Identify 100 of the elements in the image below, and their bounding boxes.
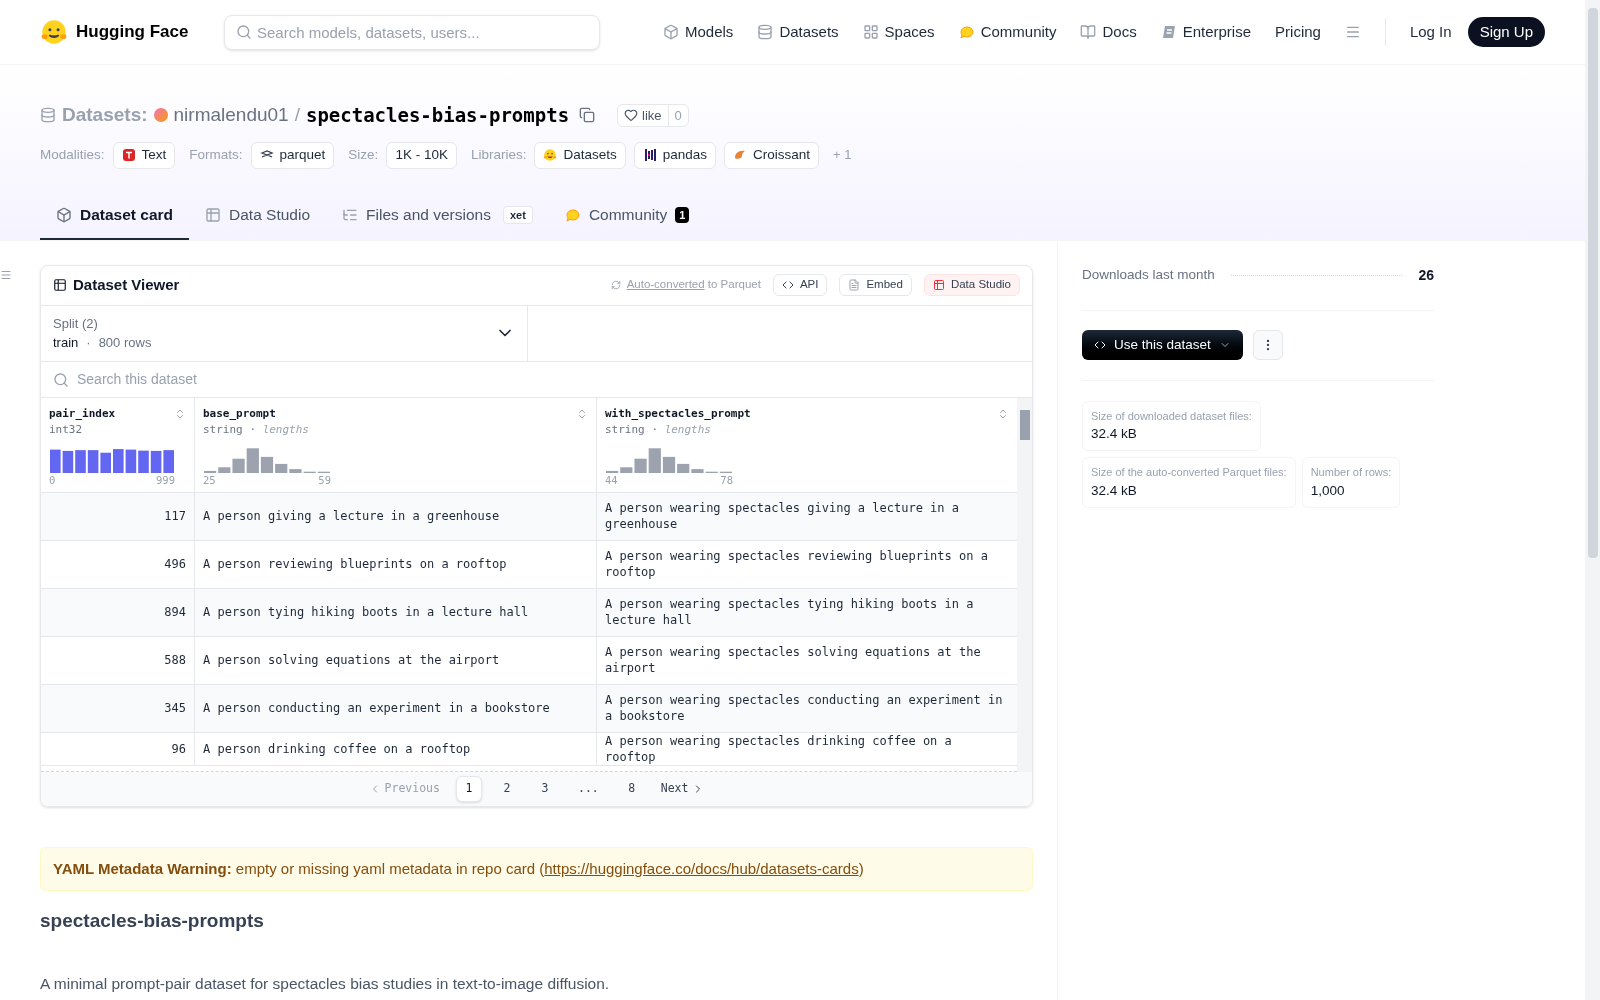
tab[interactable]: Dataset card — [40, 192, 190, 240]
table-cell: A person reviewing blueprints on a rooftop — [203, 556, 507, 572]
docs-link[interactable]: https://huggingface.co/docs/hub/datasets-cards — [544, 859, 859, 877]
column-type-note: lengths — [262, 423, 309, 436]
viewer-button[interactable]: Data Studio — [923, 274, 1020, 296]
table-icon — [205, 207, 222, 223]
table-cell: A person tying hiking boots in a lecture hall — [203, 604, 529, 620]
sort-icon[interactable] — [174, 407, 186, 420]
page-button[interactable]: ... — [569, 775, 607, 802]
viewer-title: Dataset Viewer — [73, 274, 180, 295]
page-scrollbar[interactable] — [1585, 0, 1600, 1000]
tag-chip[interactable]: Text — [112, 141, 176, 169]
avatar-icon — [153, 108, 168, 123]
viewer-button[interactable]: API — [772, 274, 828, 296]
column-header[interactable]: pair_index int32 0 999 — [41, 397, 195, 492]
login-link[interactable]: Log In — [1409, 20, 1452, 44]
repo-owner[interactable]: nirmalendu01 — [173, 101, 289, 130]
table-cell: 96 — [171, 740, 186, 757]
table-cell: 117 — [164, 508, 186, 524]
next-button[interactable]: Next — [652, 779, 713, 798]
nav-link[interactable]: Docs — [1080, 20, 1137, 44]
column-header[interactable]: base_prompt string · lengths 25 59 — [195, 397, 597, 492]
page-button[interactable]: 1 — [455, 775, 482, 802]
cube-icon — [663, 24, 679, 40]
database-icon — [757, 24, 774, 40]
tag-chip[interactable]: parquet — [250, 141, 335, 169]
signup-button[interactable]: Sign Up — [1467, 17, 1545, 47]
chat-bubble-icon — [564, 207, 581, 223]
split-name: train — [53, 334, 79, 352]
cube-icon — [56, 207, 72, 223]
tab[interactable]: Files and versions xet — [326, 192, 549, 240]
hf-logo-icon — [40, 18, 68, 46]
nav-link[interactable]: Models — [663, 20, 734, 44]
copy-icon[interactable] — [579, 107, 596, 124]
table-cell-text: A person wearing spectacles solving equations at the airport — [605, 644, 982, 676]
menu-icon[interactable] — [0, 268, 12, 281]
table-cell-text: A person wearing spectacles giving a lecture in a greenhouse — [605, 500, 960, 532]
nav-link[interactable]: Spaces — [862, 20, 935, 44]
table-cell: A person giving a lecture in a greenhouse — [203, 508, 500, 524]
column-name: base_prompt — [203, 405, 276, 422]
stat-label: Size of the auto-converted Parquet files: — [1091, 465, 1287, 481]
hf-logo-icon — [543, 148, 558, 162]
stat-label: Number of rows: — [1310, 465, 1392, 481]
document-icon — [848, 279, 861, 291]
downloads-count: 26 — [1418, 265, 1434, 285]
sort-icon[interactable] — [997, 407, 1009, 420]
tab[interactable]: Data Studio — [189, 192, 327, 240]
table-cell: 345 — [164, 700, 186, 716]
split-rows: 800 rows — [98, 333, 152, 353]
column-type: string — [203, 423, 243, 436]
repo-name[interactable]: spectacles-bias-prompts — [305, 101, 570, 130]
column-type-note: lengths — [664, 423, 711, 436]
range-max: 59 — [318, 472, 331, 488]
nav-link[interactable]: Pricing — [1275, 20, 1321, 44]
dataset-search-field[interactable]: Search this dataset — [41, 361, 1032, 397]
nav-link[interactable]: Community — [958, 20, 1057, 44]
range-min: 44 — [605, 472, 618, 488]
page-button[interactable]: 3 — [531, 775, 558, 802]
tab[interactable]: Community 1 — [548, 192, 706, 240]
table-cell: 894 — [164, 604, 186, 620]
tag-chip[interactable]: pandas — [633, 141, 716, 169]
code-icon — [1094, 339, 1106, 351]
nav-link[interactable]: Datasets — [757, 20, 839, 44]
brand-name[interactable]: Hugging Face — [76, 19, 189, 45]
page-button[interactable]: 8 — [618, 775, 645, 802]
stat-label: Size of downloaded dataset files: — [1091, 408, 1252, 424]
conversion-note: Auto-converted to Parquet — [626, 277, 761, 293]
tag-chip[interactable]: 1K - 10K — [386, 141, 457, 169]
column-type: int32 — [49, 423, 83, 436]
pandas-icon — [642, 148, 657, 162]
stat-value: 32.4 kB — [1091, 425, 1138, 443]
table-scrollbar[interactable] — [1017, 397, 1032, 772]
page-button[interactable]: 2 — [493, 775, 520, 802]
table-cell: A person solving equations at the airport — [203, 652, 500, 668]
split-selector[interactable]: Split (2) train · 800 rows — [41, 305, 528, 361]
stat-value: 1,000 — [1310, 481, 1346, 500]
table-cell-text: A person wearing spectacles conducting an experiment in a bookstore — [605, 692, 1004, 724]
range-min: 0 — [49, 472, 56, 488]
viewer-button[interactable]: Embed — [839, 274, 912, 296]
grid-icon — [862, 24, 879, 40]
tag-chip[interactable]: Datasets — [534, 141, 626, 169]
warning-message: YAML Metadata Warning: empty or missing yaml metadata in repo card (https://huggingface.co/docs/hub/datasets-cards) — [53, 858, 865, 879]
column-name: pair_index — [49, 405, 116, 422]
count-badge: 1 — [675, 207, 690, 223]
nav-link[interactable]: Enterprise — [1160, 20, 1252, 44]
separator-dot: · — [248, 423, 257, 436]
like-button[interactable]: like — [618, 104, 669, 126]
column-header[interactable]: with_spectacles_prompt string · lengths 44 78 — [597, 397, 1017, 492]
file-tree-icon — [342, 207, 359, 223]
sort-icon[interactable] — [576, 407, 588, 420]
table-cell: A person drinking coffee on a rooftop — [203, 740, 471, 757]
tag-group-label: Formats: — [189, 145, 243, 164]
search-field[interactable]: Search models, datasets, users... — [224, 14, 600, 50]
use-dataset-button[interactable]: Use this dataset — [1082, 330, 1243, 360]
card-heading: spectacles-bias-prompts — [40, 909, 265, 933]
stat-value: 32.4 kB — [1091, 481, 1138, 500]
tag-chip[interactable]: Croissant — [724, 141, 820, 169]
table-icon — [53, 278, 67, 292]
tag-group-label: Modalities: — [40, 145, 105, 164]
menu-icon[interactable] — [1344, 24, 1361, 40]
